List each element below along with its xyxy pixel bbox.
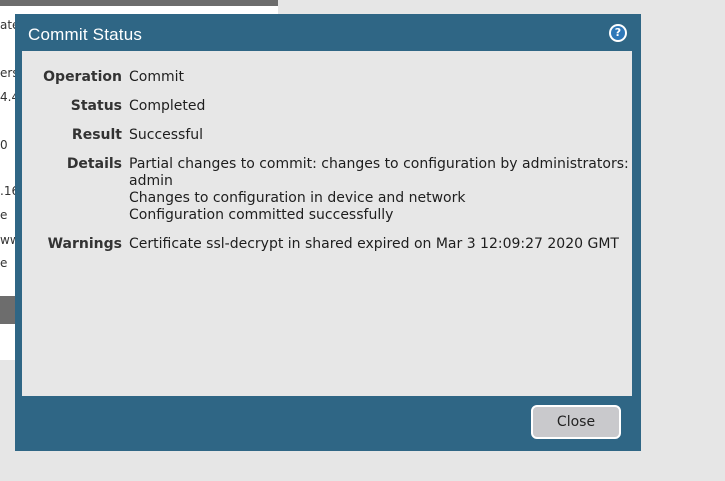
warnings-row: Warnings Certificate ssl-decrypt in shar… [22,236,632,253]
details-label: Details [66,156,122,172]
commit-status-dialog: Commit Status ? Operation Commit Status … [15,14,641,451]
status-details: Operation Commit Status Completed Result… [22,69,632,265]
status-value: Completed [129,98,205,115]
background-text-fragment: .16 [0,184,16,198]
result-value: Successful [129,127,203,144]
background-text-fragment: e [0,256,8,270]
operation-value: Commit [129,69,184,86]
operation-label: Operation [43,69,122,85]
background-top-bar [0,0,278,6]
result-label: Result [71,127,122,143]
background-text-fragment: 4.4 [0,90,16,104]
details-row: Details Partial changes to commit: chang… [22,156,632,224]
background-text-fragment: ers [0,66,16,80]
dialog-body: Operation Commit Status Completed Result… [22,51,632,396]
warnings-label: Warnings [47,236,122,252]
status-label: Status [70,98,122,114]
operation-row: Operation Commit [22,69,632,86]
warnings-line: Certificate ssl-decrypt in shared expire… [129,236,619,252]
status-row: Status Completed [22,98,632,115]
background-text-fragment: e [0,208,8,222]
result-row: Result Successful [22,127,632,144]
background-text-fragment: 0 [0,138,8,152]
details-line: Partial changes to commit: changes to co… [129,156,629,189]
help-glyph: ? [611,26,625,40]
close-button[interactable]: Close [531,405,621,439]
background-text-fragment: ate [0,18,16,32]
status-value-line: Completed [129,98,206,114]
details-line: Changes to configuration in device and n… [129,190,466,206]
help-circle-icon[interactable]: ? [609,24,627,42]
dialog-title: Commit Status [28,25,143,44]
result-value-line: Successful [129,127,204,143]
details-value: Partial changes to commit: changes to co… [129,156,632,224]
operation-value-line: Commit [129,69,184,85]
warnings-value: Certificate ssl-decrypt in shared expire… [129,236,619,253]
background-text-fragment: ww [0,233,16,247]
details-line: Configuration committed successfully [129,207,394,223]
